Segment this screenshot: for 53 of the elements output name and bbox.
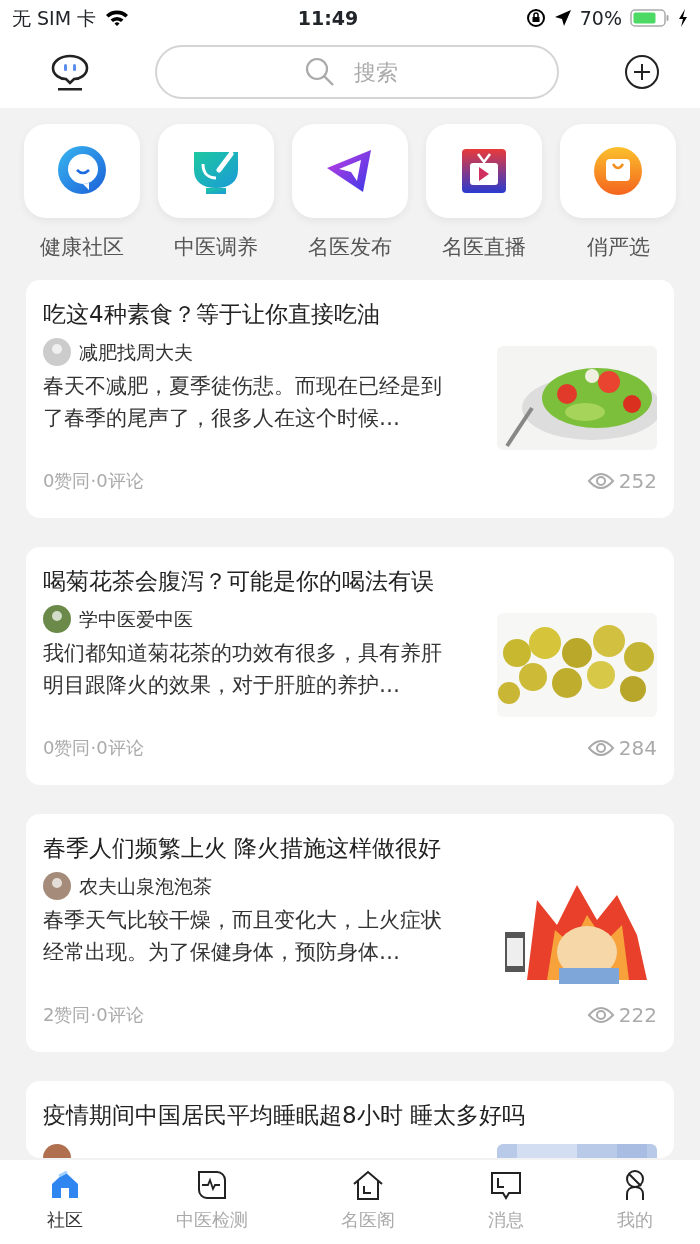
chat-bot-icon[interactable] xyxy=(50,52,90,92)
shortcut-label: 名医发布 xyxy=(308,234,392,261)
article-snippet: 春天不减肥，夏季徒伤悲。而现在已经是到了春季的尾声了，很多人在这个时候… xyxy=(43,373,443,432)
chat-bubble-icon xyxy=(57,146,107,196)
avatar-icon xyxy=(43,337,71,366)
avatar-icon xyxy=(43,1143,71,1158)
author-name: 农夫山泉泡泡茶 xyxy=(79,873,212,899)
shortcut-tile[interactable] xyxy=(158,124,274,218)
tab-item[interactable]: 社区 xyxy=(46,1168,83,1233)
charging-icon xyxy=(678,9,688,27)
add-icon[interactable] xyxy=(624,54,660,90)
avatar-icon xyxy=(43,604,71,633)
article-card[interactable]: 春季人们频繁上火 降火措施这样做很好 农夫山泉泡泡茶 春季天气比较干燥，而且变化大，上火症状经常出现。为了保健身体，预防身体… 2赞同·0评论 222 xyxy=(26,813,674,1052)
article-stats: 2赞同·0评论 xyxy=(43,1003,144,1027)
shortcut-label: 名医直播 xyxy=(442,234,526,261)
carrier-text: 无 SIM 卡 xyxy=(12,5,97,31)
rotation-lock-icon xyxy=(525,8,546,28)
shortcut-tile[interactable] xyxy=(560,124,676,218)
view-count: 252 xyxy=(618,467,657,495)
eye-icon xyxy=(586,1004,615,1025)
article-stats: 0赞同·0评论 xyxy=(43,469,144,493)
battery-text: 70% xyxy=(579,5,622,31)
article-title: 吃这4种素食？等于让你直接吃油 xyxy=(43,299,381,329)
eye-icon xyxy=(586,737,615,758)
shortcut-label: 俏严选 xyxy=(586,234,650,261)
author-name: 减肥找周大夫 xyxy=(79,339,193,365)
shortcut-label: 中医调养 xyxy=(174,234,258,261)
location-icon xyxy=(553,9,572,27)
article-card[interactable]: 吃这4种素食？等于让你直接吃油 减肥找周大夫 春天不减肥，夏季徒伤悲。而现在已经是到了春季的尾声了，很多人在这个时候… 0赞同·0评论 252 xyxy=(26,279,674,518)
search-icon xyxy=(305,57,335,87)
time-text: 11:49 xyxy=(297,5,359,31)
shortcut-tile[interactable] xyxy=(24,124,140,218)
article-title: 疫情期间中国居民平均睡眠超8小时 睡太多好吗 xyxy=(43,1100,526,1130)
article-stats: 0赞同·0评论 xyxy=(43,736,144,760)
search-field[interactable]: 搜索 xyxy=(155,45,559,99)
article-snippet: 春季天气比较干燥，而且变化大，上火症状经常出现。为了保健身体，预防身体… xyxy=(43,907,443,966)
article-snippet: 我们都知道菊花茶的功效有很多，具有养肝明目跟降火的效果，对于肝脏的养护… xyxy=(43,640,443,699)
battery-icon xyxy=(630,8,670,28)
view-count: 222 xyxy=(618,1001,657,1029)
article-card[interactable]: 喝菊花茶会腹泻？可能是你的喝法有误 学中医爱中医 我们都知道菊花茶的功效有很多，具有养肝明目跟降火的效果，对于肝脏的养护… 0赞同·0评论 284 xyxy=(26,546,674,785)
article-title: 春季人们频繁上火 降火措施这样做很好 xyxy=(43,833,443,863)
view-count: 284 xyxy=(618,734,657,762)
shortcut-label: 健康社区 xyxy=(40,234,124,261)
avatar-icon xyxy=(43,871,71,900)
author-name: 学中医爱中医 xyxy=(79,606,193,632)
shortcut-tile[interactable] xyxy=(292,124,408,218)
shopping-bag-icon xyxy=(593,146,643,196)
eye-icon xyxy=(586,470,615,491)
shortcut-tile[interactable] xyxy=(426,124,542,218)
article-title: 喝菊花茶会腹泻？可能是你的喝法有误 xyxy=(43,566,435,596)
article-card[interactable]: 疫情期间中国居民平均睡眠超8小时 睡太多好吗 xyxy=(26,1080,674,1158)
tv-icon xyxy=(459,146,509,196)
wifi-icon xyxy=(104,8,131,28)
